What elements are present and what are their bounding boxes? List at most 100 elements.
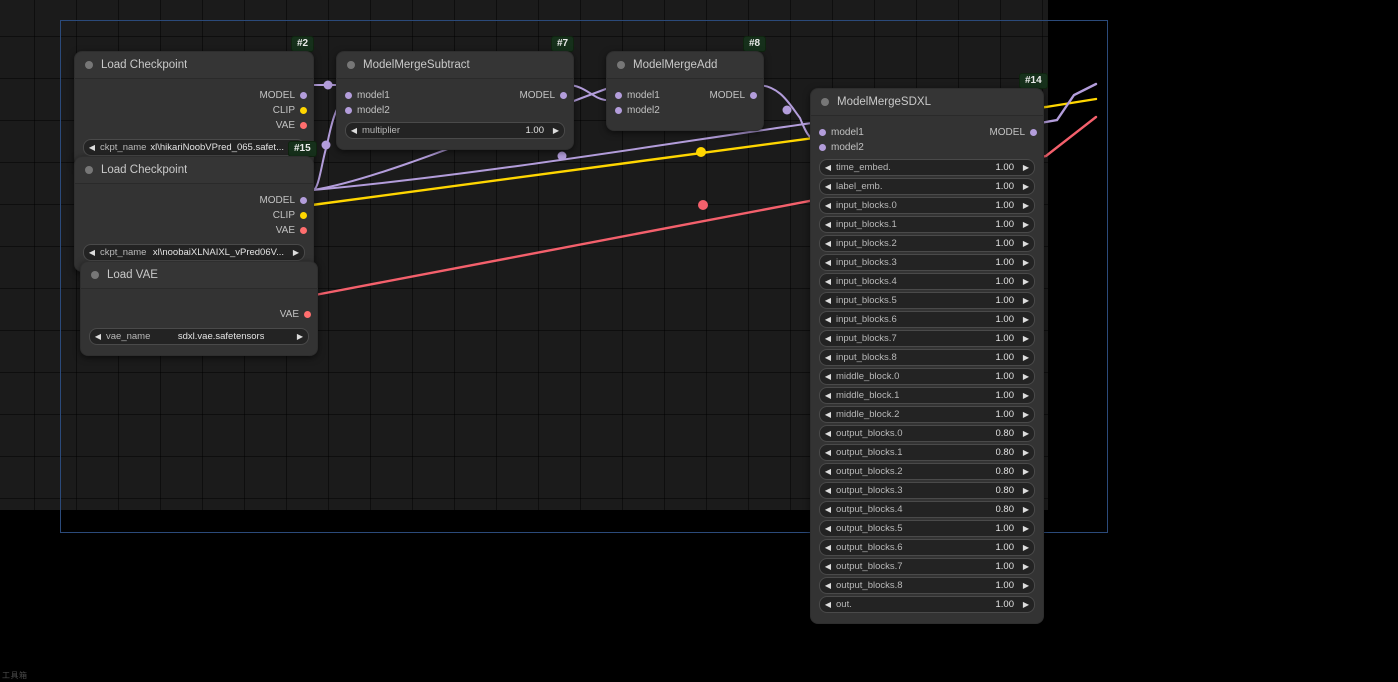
chevron-left-icon[interactable]: ◀: [820, 467, 836, 476]
chevron-left-icon[interactable]: ◀: [820, 581, 836, 590]
output-slot-model[interactable]: MODEL: [75, 88, 313, 103]
widget-output-blocks-0[interactable]: ◀ output_blocks.0 0.80 ▶: [819, 425, 1035, 442]
widget-input-blocks-4[interactable]: ◀ input_blocks.4 1.00 ▶: [819, 273, 1035, 290]
collapse-dot-icon[interactable]: [85, 61, 93, 69]
chevron-right-icon[interactable]: ▶: [1018, 353, 1034, 362]
widget-input-blocks-6[interactable]: ◀ input_blocks.6 1.00 ▶: [819, 311, 1035, 328]
chevron-right-icon[interactable]: ▶: [1018, 505, 1034, 514]
model-pin-icon[interactable]: [300, 197, 307, 204]
output-slot-model[interactable]: MODEL: [319, 88, 573, 103]
chevron-right-icon[interactable]: ▶: [1018, 581, 1034, 590]
widget-out[interactable]: ◀ out. 1.00 ▶: [819, 596, 1035, 613]
chevron-left-icon[interactable]: ◀: [820, 239, 836, 248]
chevron-left-icon[interactable]: ◀: [84, 248, 100, 257]
chevron-right-icon[interactable]: ▶: [1018, 410, 1034, 419]
chevron-right-icon[interactable]: ▶: [1018, 467, 1034, 476]
output-slot-model[interactable]: MODEL: [793, 125, 1043, 140]
widget-multiplier[interactable]: ◀ multiplier 1.00 ▶: [345, 122, 565, 139]
widget-ckpt-name[interactable]: ◀ ckpt_name xl\hikariNoobVPred_065.safet…: [83, 139, 305, 156]
comfyui-graph-editor[interactable]: #2 Load Checkpoint MODEL CLIP VAE ◀ ckpt…: [0, 0, 1398, 682]
output-slot-vae[interactable]: VAE: [75, 223, 313, 238]
chevron-left-icon[interactable]: ◀: [820, 448, 836, 457]
output-slot-model[interactable]: MODEL: [589, 88, 763, 103]
output-slot-vae[interactable]: VAE: [75, 118, 313, 133]
vae-pin-icon[interactable]: [300, 122, 307, 129]
chevron-left-icon[interactable]: ◀: [820, 182, 836, 191]
chevron-right-icon[interactable]: ▶: [1018, 220, 1034, 229]
widget-input-blocks-5[interactable]: ◀ input_blocks.5 1.00 ▶: [819, 292, 1035, 309]
chevron-left-icon[interactable]: ◀: [820, 220, 836, 229]
widget-middle-block-0[interactable]: ◀ middle_block.0 1.00 ▶: [819, 368, 1035, 385]
chevron-left-icon[interactable]: ◀: [820, 410, 836, 419]
model-pin-icon[interactable]: [1030, 129, 1037, 136]
chevron-right-icon[interactable]: ▶: [1018, 334, 1034, 343]
widget-ckpt-name[interactable]: ◀ ckpt_name xl\noobaiXLNAIXL_vPred06V...…: [83, 244, 305, 261]
model-pin-icon[interactable]: [750, 92, 757, 99]
widget-output-blocks-1[interactable]: ◀ output_blocks.1 0.80 ▶: [819, 444, 1035, 461]
node-header[interactable]: ModelMergeSDXL: [811, 89, 1043, 116]
chevron-left-icon[interactable]: ◀: [84, 143, 100, 152]
node-header[interactable]: Load Checkpoint: [75, 157, 313, 184]
model-pin-icon[interactable]: [560, 92, 567, 99]
chevron-left-icon[interactable]: ◀: [820, 429, 836, 438]
collapse-dot-icon[interactable]: [85, 166, 93, 174]
chevron-right-icon[interactable]: ▶: [288, 248, 304, 257]
chevron-left-icon[interactable]: ◀: [820, 391, 836, 400]
node-header[interactable]: ModelMergeSubtract: [337, 52, 573, 79]
collapse-dot-icon[interactable]: [617, 61, 625, 69]
chevron-left-icon[interactable]: ◀: [820, 334, 836, 343]
node-load-checkpoint-2[interactable]: Load Checkpoint MODEL CLIP VAE ◀ ckpt_na…: [74, 156, 314, 272]
chevron-left-icon[interactable]: ◀: [820, 315, 836, 324]
chevron-left-icon[interactable]: ◀: [820, 543, 836, 552]
widget-middle-block-1[interactable]: ◀ middle_block.1 1.00 ▶: [819, 387, 1035, 404]
chevron-left-icon[interactable]: ◀: [820, 486, 836, 495]
chevron-left-icon[interactable]: ◀: [820, 524, 836, 533]
chevron-right-icon[interactable]: ▶: [1018, 600, 1034, 609]
chevron-right-icon[interactable]: ▶: [1018, 372, 1034, 381]
widget-input-blocks-3[interactable]: ◀ input_blocks.3 1.00 ▶: [819, 254, 1035, 271]
widget-output-blocks-4[interactable]: ◀ output_blocks.4 0.80 ▶: [819, 501, 1035, 518]
model-pin-icon[interactable]: [345, 107, 352, 114]
node-modelmergesubtract[interactable]: ModelMergeSubtract model1 model2 MODEL ◀: [336, 51, 574, 150]
widget-output-blocks-2[interactable]: ◀ output_blocks.2 0.80 ▶: [819, 463, 1035, 480]
widget-input-blocks-0[interactable]: ◀ input_blocks.0 1.00 ▶: [819, 197, 1035, 214]
clip-pin-icon[interactable]: [300, 107, 307, 114]
chevron-right-icon[interactable]: ▶: [1018, 258, 1034, 267]
chevron-left-icon[interactable]: ◀: [820, 296, 836, 305]
widget-input-blocks-2[interactable]: ◀ input_blocks.2 1.00 ▶: [819, 235, 1035, 252]
node-header[interactable]: ModelMergeAdd: [607, 52, 763, 79]
widget-output-blocks-7[interactable]: ◀ output_blocks.7 1.00 ▶: [819, 558, 1035, 575]
widget-output-blocks-3[interactable]: ◀ output_blocks.3 0.80 ▶: [819, 482, 1035, 499]
chevron-right-icon[interactable]: ▶: [1018, 486, 1034, 495]
chevron-left-icon[interactable]: ◀: [820, 562, 836, 571]
chevron-left-icon[interactable]: ◀: [346, 126, 362, 135]
chevron-left-icon[interactable]: ◀: [820, 258, 836, 267]
widget-input-blocks-1[interactable]: ◀ input_blocks.1 1.00 ▶: [819, 216, 1035, 233]
widget-time-embed[interactable]: ◀ time_embed. 1.00 ▶: [819, 159, 1035, 176]
chevron-left-icon[interactable]: ◀: [90, 332, 106, 341]
chevron-right-icon[interactable]: ▶: [548, 126, 564, 135]
chevron-right-icon[interactable]: ▶: [1018, 182, 1034, 191]
chevron-left-icon[interactable]: ◀: [820, 201, 836, 210]
chevron-right-icon[interactable]: ▶: [1018, 296, 1034, 305]
node-load-vae[interactable]: Load VAE VAE ◀ vae_name sdxl.vae.safeten…: [80, 261, 318, 356]
output-slot-vae[interactable]: VAE: [81, 307, 317, 322]
widget-input-blocks-8[interactable]: ◀ input_blocks.8 1.00 ▶: [819, 349, 1035, 366]
chevron-left-icon[interactable]: ◀: [820, 600, 836, 609]
widget-output-blocks-5[interactable]: ◀ output_blocks.5 1.00 ▶: [819, 520, 1035, 537]
output-slot-model[interactable]: MODEL: [75, 193, 313, 208]
widget-output-blocks-6[interactable]: ◀ output_blocks.6 1.00 ▶: [819, 539, 1035, 556]
node-load-checkpoint-1[interactable]: Load Checkpoint MODEL CLIP VAE ◀ ckpt_na…: [74, 51, 314, 167]
widget-vae-name[interactable]: ◀ vae_name sdxl.vae.safetensors ▶: [89, 328, 309, 345]
output-slot-clip[interactable]: CLIP: [75, 208, 313, 223]
model-pin-icon[interactable]: [615, 107, 622, 114]
chevron-left-icon[interactable]: ◀: [820, 277, 836, 286]
chevron-right-icon[interactable]: ▶: [1018, 277, 1034, 286]
model-pin-icon[interactable]: [300, 92, 307, 99]
collapse-dot-icon[interactable]: [91, 271, 99, 279]
input-slot-model2[interactable]: model2: [337, 103, 390, 118]
node-header[interactable]: Load Checkpoint: [75, 52, 313, 79]
clip-pin-icon[interactable]: [300, 212, 307, 219]
widget-input-blocks-7[interactable]: ◀ input_blocks.7 1.00 ▶: [819, 330, 1035, 347]
widget-middle-block-2[interactable]: ◀ middle_block.2 1.00 ▶: [819, 406, 1035, 423]
